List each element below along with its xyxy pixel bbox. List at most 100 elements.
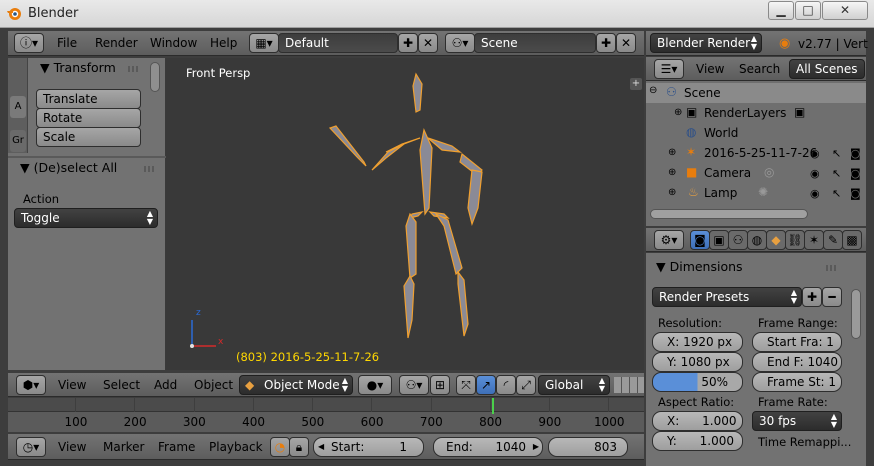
- scrollbar[interactable]: [150, 62, 160, 92]
- editor-type-button[interactable]: ◷▾: [16, 437, 46, 457]
- scale-manipulator[interactable]: ⤢: [516, 375, 536, 395]
- end-frame-field[interactable]: End F: 1040: [752, 352, 842, 372]
- expand-icon[interactable]: ⊕: [668, 167, 676, 178]
- texture-tab[interactable]: ▩: [842, 230, 862, 250]
- maximize-button[interactable]: □: [795, 1, 821, 20]
- render-presets-dropdown[interactable]: Render Presets ▲ ▼: [652, 287, 802, 307]
- layer-button[interactable]: ⊞: [430, 375, 450, 395]
- panel-grip-icon[interactable]: [826, 265, 838, 271]
- resolution-percent-field[interactable]: 50%: [652, 372, 743, 392]
- menu-help[interactable]: Help: [210, 36, 237, 50]
- tab-tools[interactable]: A: [10, 96, 26, 118]
- orientation-dropdown[interactable]: Global ▲ ▼: [538, 375, 610, 395]
- display-mode-dropdown[interactable]: All Scenes: [789, 59, 865, 79]
- menu-marker[interactable]: Marker: [103, 440, 144, 454]
- bone-head[interactable]: [412, 72, 423, 113]
- outliner-row-lamp[interactable]: ⊕ ♨ Lamp ✺ ◉ ↖ ◙: [646, 183, 866, 203]
- outliner-row-camera[interactable]: ⊕ ■ Camera ◎ ◉ ↖ ◙: [646, 163, 866, 183]
- armature-skeleton[interactable]: [166, 58, 644, 370]
- layer-grid[interactable]: [614, 377, 644, 393]
- menu-render[interactable]: Render: [95, 36, 138, 50]
- add-scene-button[interactable]: ✚: [596, 33, 616, 53]
- render-camera-icon[interactable]: ◙: [850, 187, 861, 200]
- editor-type-button[interactable]: ☰▾: [654, 59, 684, 79]
- select-cursor-icon[interactable]: ↖: [832, 167, 841, 180]
- world-tab[interactable]: ◍: [747, 230, 767, 250]
- shading-button[interactable]: ●▾: [358, 375, 392, 395]
- outliner-row-world[interactable]: ◍ World: [646, 123, 866, 143]
- select-cursor-icon[interactable]: ↖: [832, 187, 841, 200]
- menu-view[interactable]: View: [58, 378, 86, 392]
- outliner-row-renderlayers[interactable]: ⊕ ▣ RenderLayers ▣: [646, 103, 866, 123]
- start-frame-field[interactable]: Start Fra: 1: [752, 332, 842, 352]
- manipulator-toggle[interactable]: ⤧: [456, 375, 476, 395]
- start-frame-field[interactable]: ◀ Start: 1: [313, 437, 424, 457]
- current-frame-field[interactable]: 803: [548, 437, 628, 457]
- menu-playback[interactable]: Playback: [209, 440, 263, 454]
- menu-object[interactable]: Object: [194, 378, 233, 392]
- scene-field[interactable]: Scene: [474, 33, 596, 53]
- armature-data-tab[interactable]: ✶: [804, 230, 824, 250]
- scale-button[interactable]: Scale: [36, 127, 141, 147]
- expand-icon[interactable]: ⊕: [668, 187, 676, 198]
- action-dropdown[interactable]: Toggle ▲ ▼: [14, 208, 158, 228]
- expand-icon[interactable]: ⊕: [674, 107, 682, 118]
- menu-view[interactable]: View: [58, 440, 86, 454]
- operator-panel-header[interactable]: ▼ (De)select All: [20, 160, 117, 175]
- remove-preset-button[interactable]: ━: [822, 287, 842, 307]
- menu-file[interactable]: File: [57, 36, 77, 50]
- collapse-icon[interactable]: ⊖: [649, 85, 657, 96]
- bone-left-shoulder[interactable]: [427, 137, 463, 153]
- resolution-y-field[interactable]: Y: 1080 px: [652, 352, 743, 372]
- expand-icon[interactable]: ⊕: [668, 147, 676, 158]
- pivot-button[interactable]: ⚇▾: [399, 375, 429, 395]
- properties-scrollbar[interactable]: [851, 289, 861, 339]
- menu-frame[interactable]: Frame: [158, 440, 195, 454]
- renderlayers-tab[interactable]: ▣: [709, 230, 729, 250]
- remove-scene-button[interactable]: ✕: [616, 33, 636, 53]
- end-frame-field[interactable]: End: 1040 ▶: [433, 437, 543, 457]
- editor-type-button[interactable]: ⬢▾: [16, 375, 46, 395]
- remove-layout-button[interactable]: ✕: [418, 33, 438, 53]
- renderlayer-toggle-icon[interactable]: ▣: [794, 105, 805, 119]
- bone-tab[interactable]: ✎: [823, 230, 843, 250]
- frame-step-field[interactable]: Frame St: 1: [752, 372, 842, 392]
- outliner-row-armature[interactable]: ⊕ ✶ 2016-5-25-11-7-26 ◉ ↖ ◙: [646, 143, 866, 163]
- object-tab[interactable]: ◆: [766, 230, 786, 250]
- fps-dropdown[interactable]: 30 fps ▲ ▼: [752, 411, 842, 431]
- bone-left-shin[interactable]: [457, 270, 469, 337]
- screen-layout-field[interactable]: Default: [278, 33, 398, 53]
- rotate-button[interactable]: Rotate: [36, 108, 141, 128]
- screen-layout-button[interactable]: ▦▾: [249, 33, 279, 53]
- render-camera-icon[interactable]: ◙: [850, 167, 861, 180]
- translate-button[interactable]: Translate: [36, 89, 141, 109]
- constraints-tab[interactable]: ⛓: [785, 230, 805, 250]
- lock-button[interactable]: 🔒︎: [289, 437, 309, 457]
- preview-range-button[interactable]: ◔: [270, 437, 290, 457]
- bone-right-thigh[interactable]: [405, 212, 417, 280]
- panel-grip-icon[interactable]: [144, 166, 156, 172]
- rotate-manipulator[interactable]: ◜: [496, 375, 516, 395]
- render-camera-icon[interactable]: ◙: [850, 147, 861, 160]
- 3d-viewport[interactable]: Front Persp + z x (803) 2016-5-25-11-7-2…: [166, 58, 644, 370]
- timeline[interactable]: 100 200 300 400 500 600 700 800 900 1000: [8, 398, 644, 432]
- menu-add[interactable]: Add: [154, 378, 177, 392]
- scene-selector-button[interactable]: ⚇▾: [445, 33, 475, 53]
- bone-right-shin[interactable]: [403, 274, 415, 339]
- playhead[interactable]: [491, 398, 494, 414]
- scene-tab[interactable]: ⚇: [728, 230, 748, 250]
- minimize-button[interactable]: ▁: [768, 1, 794, 20]
- bone-spine[interactable]: [419, 128, 433, 216]
- visibility-eye-icon[interactable]: ◉: [810, 187, 820, 200]
- outliner-row-scene[interactable]: ⊖ ⚇ Scene: [646, 83, 866, 103]
- add-preset-button[interactable]: ✚: [802, 287, 822, 307]
- outliner-hscrollbar[interactable]: [650, 209, 808, 219]
- aspect-x-field[interactable]: X: 1.000: [652, 411, 743, 431]
- menu-search[interactable]: Search: [739, 62, 780, 76]
- editor-type-button[interactable]: ⓘ▾: [14, 33, 44, 53]
- mode-dropdown[interactable]: ◆ Object Mode ▲ ▼: [239, 375, 353, 395]
- dimensions-panel-header[interactable]: ▼ Dimensions: [656, 259, 743, 274]
- visibility-eye-icon[interactable]: ◉: [810, 147, 820, 160]
- transform-panel-header[interactable]: ▼ Transform: [40, 60, 116, 75]
- editor-type-button[interactable]: ⚙▾: [654, 230, 684, 250]
